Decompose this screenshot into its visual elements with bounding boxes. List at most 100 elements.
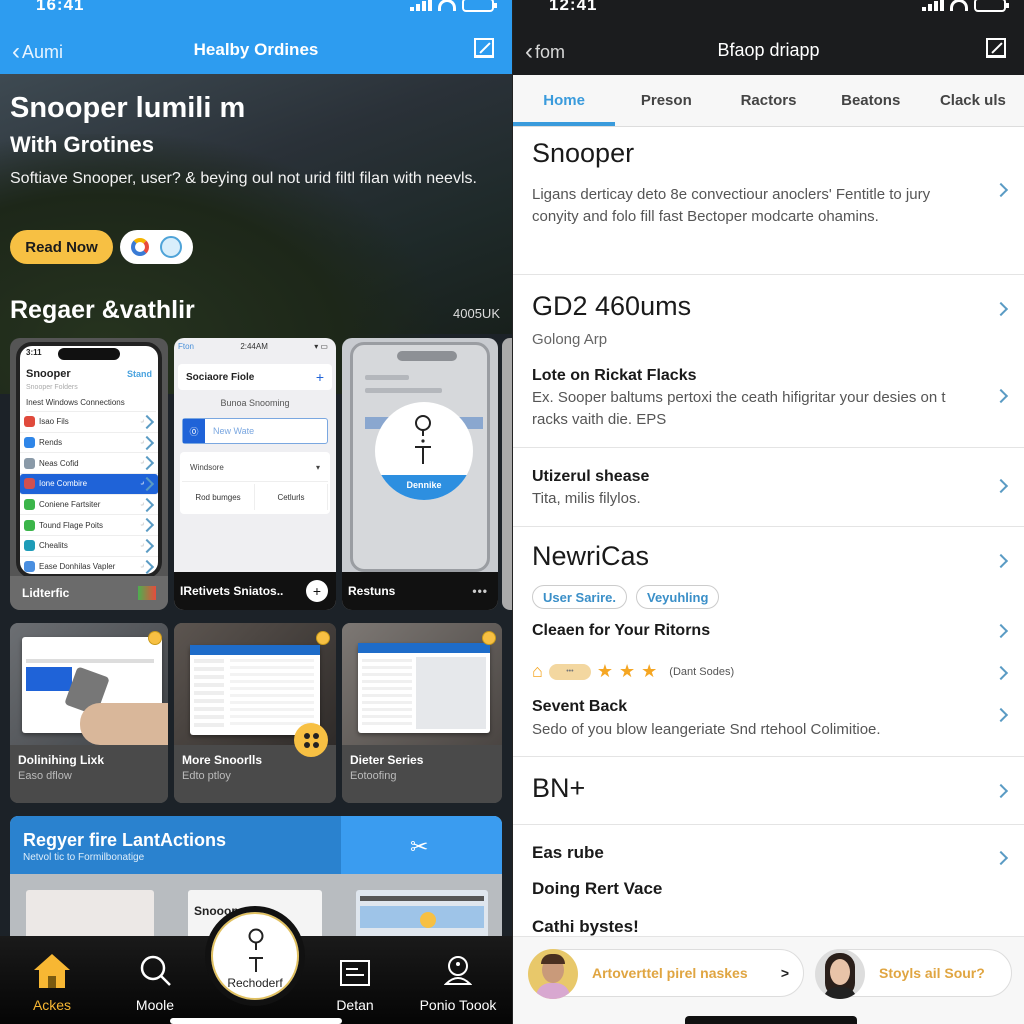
mock-status-left: Fton	[178, 342, 195, 351]
edit-icon[interactable]	[986, 38, 1006, 58]
list-item-group[interactable]: Eas rube Doing Rert Vace Cathi bystes!	[513, 825, 1024, 937]
promo-title: Regyer fire LantActions	[23, 830, 227, 850]
list-entry[interactable]: Cathi bystes!	[532, 917, 639, 937]
card-subtitle: Edto ptloy	[182, 770, 231, 782]
item-title: Utizerul shease	[532, 468, 650, 485]
mockup-card-3[interactable]: Dennike Restuns •••	[342, 338, 498, 610]
mockup-card-1[interactable]: 3:11 Snooper Stand Snooper Folders Inest…	[10, 338, 168, 610]
mockup-card-2[interactable]: Fton 2:44AM ▾ ▭ Sociaore Fiole + Bunoa S…	[174, 338, 336, 610]
tab-home[interactable]: Home	[513, 75, 616, 126]
tab-preson[interactable]: Preson	[615, 75, 717, 126]
mockup-caption: IRetivets Sniatos.. +	[174, 572, 336, 610]
mock-list-item: Chealits ›	[20, 536, 158, 557]
avatar	[528, 949, 578, 999]
chevron-right-icon: >	[780, 965, 789, 981]
tab-label: Ponio Toook	[419, 997, 497, 1013]
plus-icon: +	[315, 369, 324, 385]
item-title: Snooper	[532, 138, 635, 168]
mock-list: Isao Fils › Rends › Neas Cofid › Ione Combi…	[20, 412, 158, 574]
top-nav-bar: 16:41 ‹ Aumi Healby Ordines	[0, 0, 512, 74]
mock-action: Stand	[126, 369, 152, 379]
card-screenshot	[358, 643, 490, 733]
tools-icon: ✂	[410, 834, 429, 859]
mock-list-item: Rends ›	[20, 433, 158, 454]
chat-icon[interactable]	[159, 236, 182, 258]
battery-icon	[462, 0, 497, 12]
list-item-gd2[interactable]: GD2 460ums Golong Arp Lote on Rickat Fla…	[513, 275, 1024, 448]
key-overlay[interactable]: Dennike	[375, 402, 473, 500]
apps-fab-button[interactable]	[294, 723, 328, 757]
hero-description: Softiave Snooper, user? & beying oul not…	[10, 170, 477, 187]
list-item-newricas[interactable]: NewriCas User Sarire. Veyuhling Cleaen f…	[513, 527, 1024, 757]
coin-icon	[148, 631, 162, 645]
chevron-right-icon	[993, 553, 1009, 569]
center-action-button[interactable]: Rechoderf	[205, 906, 305, 1006]
card-subtitle: Easo dflow	[18, 770, 72, 782]
battery-icon	[974, 0, 1009, 12]
tag-chip[interactable]: User Sarire.	[532, 585, 627, 609]
feature-card-2[interactable]: More Snoorlls Edto ptloy	[174, 623, 336, 803]
card-title: Dieter Series	[350, 753, 424, 767]
mock-header-title: Sociaore Fiole	[186, 371, 255, 383]
list-item-utizerul[interactable]: Utizerul shease Tita, milis filylos.	[513, 448, 1024, 527]
item-heading: Sevent Back	[532, 698, 628, 715]
item-heading: Cleaen for Your Ritorns	[532, 622, 711, 639]
hero-banner: Snooper lumili m With Grotines Softiave …	[0, 74, 512, 394]
item-heading: Lote on Rickat Flacks	[532, 367, 697, 384]
mock-status-bar: Fton 2:44AM ▾ ▭	[178, 342, 328, 351]
signal-icon	[922, 0, 944, 11]
card-subtitle: Eotoofing	[350, 770, 397, 782]
tab-ractors[interactable]: Ractors	[717, 75, 819, 126]
add-button[interactable]: +	[306, 580, 328, 602]
pill-label: Artoverttel pirel naskes	[592, 965, 748, 981]
more-icon[interactable]: •••	[472, 584, 488, 598]
mock-list-item: Ease Donhilas Vapler ›	[20, 557, 158, 574]
document-icon	[340, 960, 370, 986]
mock-input-placeholder: New Wate	[213, 426, 255, 436]
list-entry[interactable]: Doing Rert Vace	[532, 879, 662, 899]
list-entry[interactable]: Eas rube	[532, 843, 604, 863]
card-caption: Dieter Series Eotoofing	[342, 745, 502, 803]
mock-list-item: Tound Flage Poits ›	[20, 515, 158, 537]
nav-title: Healby Ordines	[193, 40, 319, 59]
overlay-label: Dennike	[375, 475, 473, 500]
tab-label: Ackes	[32, 997, 72, 1013]
hand	[80, 703, 168, 745]
list-item-snooper[interactable]: Snooper Ligans derticay deto 8e convecti…	[513, 128, 1024, 275]
phone-notch	[397, 351, 457, 361]
rating-note: (Dant Sodes)	[669, 665, 735, 678]
profile-icon	[444, 956, 472, 985]
edit-icon[interactable]	[474, 38, 494, 58]
home-star-icon: ⌂	[532, 661, 543, 681]
chevron-right-icon	[993, 478, 1009, 494]
next-mockup-peek	[502, 338, 512, 610]
google-icon[interactable]	[131, 238, 150, 256]
hero-title: Snooper lumili m	[10, 92, 246, 124]
mock-list-item: Isao Fils ›	[20, 412, 158, 433]
caption-text: Lidterfic	[22, 586, 70, 600]
tab-clack-uls[interactable]: Clack uls	[922, 75, 1024, 126]
mock-status-time: 3:11	[26, 348, 42, 357]
item-title: NewriCas	[532, 541, 650, 571]
item-title: GD2 460ums	[532, 291, 692, 321]
wifi-icon: ▾ ▭	[314, 342, 328, 351]
caption-text: Restuns	[348, 584, 396, 598]
mock-form-card: Windsore ▾ Rod bumges Cetlurls	[180, 452, 330, 514]
feature-card-1[interactable]: Dolinihing Lixk Easo dflow	[10, 623, 168, 803]
wifi-icon	[950, 0, 968, 11]
tag-chip[interactable]: Veyuhling	[636, 585, 720, 609]
mock-button: Cetlurls	[255, 484, 328, 510]
card-image	[10, 623, 168, 745]
tab-beatons[interactable]: Beatons	[820, 75, 922, 126]
star-icon: ★	[619, 661, 636, 681]
read-now-button[interactable]: Read Now	[10, 230, 113, 264]
contact-pill-1[interactable]: Artoverttel pirel naskes >	[528, 949, 804, 999]
feature-card-3[interactable]: Dieter Series Eotoofing	[342, 623, 502, 803]
contact-pill-2[interactable]: Stoyls ail Sour?	[815, 949, 1012, 999]
coin-icon	[482, 631, 496, 645]
card-caption: Dolinihing Lixk Easo dflow	[10, 745, 168, 803]
list-item-bn[interactable]: BN+	[513, 757, 1024, 825]
card-screenshot	[190, 645, 320, 735]
mock-select: Windsore ▾	[182, 454, 328, 482]
mock-title: Snooper	[26, 368, 71, 380]
